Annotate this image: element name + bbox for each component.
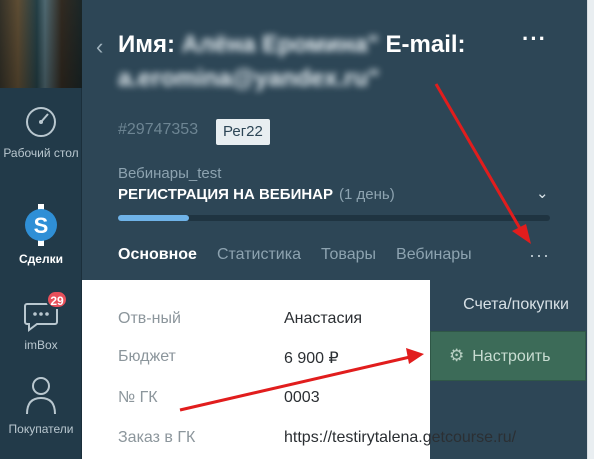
field-label-gk-number: № ГК — [118, 389, 158, 406]
deal-id: #29747353 — [118, 121, 199, 138]
page-title: Имя: Алёна Еромина" E-mail: a.eromina@ya… — [118, 28, 538, 96]
stage-progress-fill — [118, 215, 190, 221]
field-label-responsible: Отв-ный — [118, 310, 181, 327]
tab-statistics[interactable]: Статистика — [217, 246, 301, 268]
stage-selector[interactable]: РЕГИСТРАЦИЯ НА ВЕБИНАР (1 день) — [118, 186, 395, 203]
nav-label-deals: Сделки — [19, 252, 63, 266]
field-value-budget[interactable]: 6 900 ₽ — [284, 348, 339, 368]
payments-button[interactable]: Счета/покупки — [430, 283, 587, 327]
nav-item-deals[interactable]: S Сделки — [0, 204, 82, 267]
tab-products[interactable]: Товары — [321, 246, 376, 268]
window-edge — [587, 0, 594, 459]
setup-label: Настроить — [472, 348, 551, 365]
title-email-label: E-mail: — [385, 31, 466, 58]
user-avatar-photo[interactable] — [0, 0, 82, 88]
deals-icon: S — [25, 204, 57, 246]
client-name-blurred: Алёна Еромина" — [181, 31, 379, 58]
deal-tag[interactable]: Рег22 — [216, 119, 270, 145]
title-prefix: Имя: — [118, 31, 175, 58]
dashboard-icon — [26, 107, 56, 137]
field-value-responsible[interactable]: Анастасия — [284, 310, 362, 328]
stage-progress-bar — [118, 215, 550, 221]
imbox-unread-badge: 29 — [46, 290, 68, 309]
nav-item-imbox[interactable]: 29 imBox — [0, 290, 82, 353]
nav-label-customers: Покупатели — [8, 422, 74, 436]
nav-item-customers[interactable]: Покупатели — [0, 374, 82, 437]
svg-text:S: S — [34, 213, 49, 238]
tab-webinars[interactable]: Вебинары — [396, 246, 472, 268]
funnel-name: Вебинары_test — [118, 165, 222, 182]
nav-label-imbox: imBox — [24, 338, 58, 352]
field-label-budget: Бюджет — [118, 348, 176, 365]
stage-duration: (1 день) — [339, 186, 395, 203]
more-menu-icon[interactable]: ··· — [522, 26, 547, 52]
nav-item-dashboard[interactable]: Рабочий стол — [0, 104, 82, 161]
deal-tabs: Основное Статистика Товары Вебинары — [118, 246, 492, 268]
left-nav: Рабочий стол S Сделки 29 imBox Покупател… — [0, 0, 82, 459]
tabs-more-icon[interactable]: ··· — [529, 245, 550, 266]
deal-header: ‹ Имя: Алёна Еромина" E-mail: a.eromina@… — [82, 0, 587, 280]
chevron-left-icon[interactable]: ‹ — [96, 34, 103, 60]
chevron-down-icon[interactable]: ⌄ — [536, 184, 549, 202]
field-label-gk-order: Заказ в ГК — [118, 429, 196, 446]
customers-icon — [26, 377, 56, 415]
stage-name: РЕГИСТРАЦИЯ НА ВЕБИНАР — [118, 186, 334, 203]
field-value-gk-number[interactable]: 0003 — [284, 389, 320, 407]
tab-main[interactable]: Основное — [118, 246, 197, 268]
deal-fields-card: Отв-ный Анастасия Бюджет 6 900 ₽ № ГК 00… — [82, 280, 516, 459]
gear-icon: ⚙ — [449, 346, 465, 365]
setup-button[interactable]: ⚙ Настроить — [430, 331, 586, 381]
nav-label-dashboard: Рабочий стол — [3, 146, 79, 160]
field-value-gk-order[interactable]: https://testirytalena.getcourse.ru/ — [284, 429, 516, 447]
client-email-blurred: a.eromina@yandex.ru" — [118, 65, 380, 92]
